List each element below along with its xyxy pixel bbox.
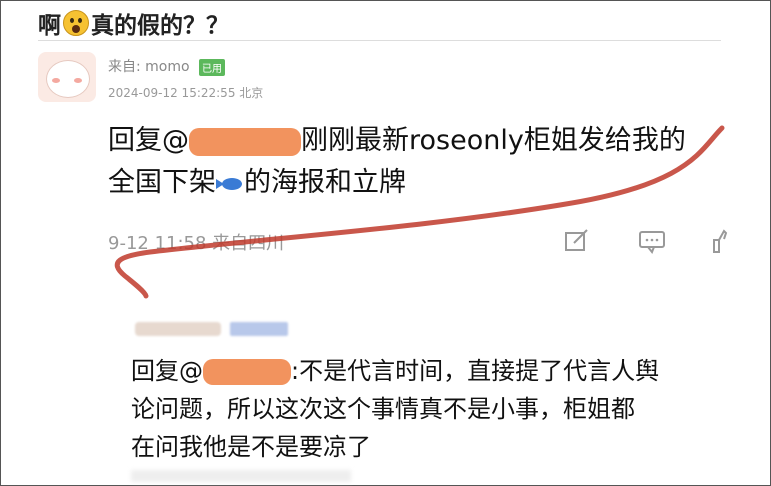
reply-content: 回复@ :不是代言时间，直接提了代言人舆 论问题，所以这次这个事情真不是小事，柜姐…	[131, 352, 721, 466]
reply-prefix: 回复@	[131, 357, 203, 385]
redacted-username	[189, 127, 301, 156]
page-title: 啊 真的假的？？	[38, 6, 229, 40]
comment-icon[interactable]	[638, 228, 666, 254]
reply-line1: :不是代言时间，直接提了代言人舆	[291, 357, 660, 385]
edit-icon[interactable]	[563, 228, 591, 254]
avatar[interactable]	[38, 52, 96, 102]
post-content: 回复@ 刚刚最新roseonly柜姐发给我的 全国下架 的海报和立牌	[108, 120, 718, 204]
post-meta: 9-12 11:58 来自四川	[108, 233, 285, 254]
like-icon[interactable]	[708, 228, 728, 254]
title-suffix: 真的假的？？	[91, 13, 229, 39]
reply-badge-blurred	[230, 322, 288, 336]
redacted-username	[203, 359, 291, 385]
reply-line2: 论问题，所以这次这个事情真不是小事，柜姐都	[131, 395, 635, 423]
reply-line3: 在问我他是不是要凉了	[131, 433, 371, 461]
divider	[38, 40, 721, 41]
fish-emoji-icon	[216, 176, 244, 192]
post-line2a: 全国下架	[108, 167, 216, 198]
post-source: 来自: momo	[108, 59, 190, 75]
astonished-emoji-icon	[63, 10, 89, 36]
post-line1: 刚刚最新roseonly柜姐发给我的	[301, 125, 686, 156]
post-line2b: 的海报和立牌	[244, 167, 406, 198]
cropped-text	[131, 470, 351, 482]
post-timestamp: 2024-09-12 15:22:55 北京	[108, 86, 264, 100]
reply-prefix: 回复@	[108, 125, 189, 156]
source-badge: 已用	[199, 59, 225, 76]
title-prefix: 啊	[38, 13, 61, 39]
reply-username-blurred	[135, 322, 221, 336]
